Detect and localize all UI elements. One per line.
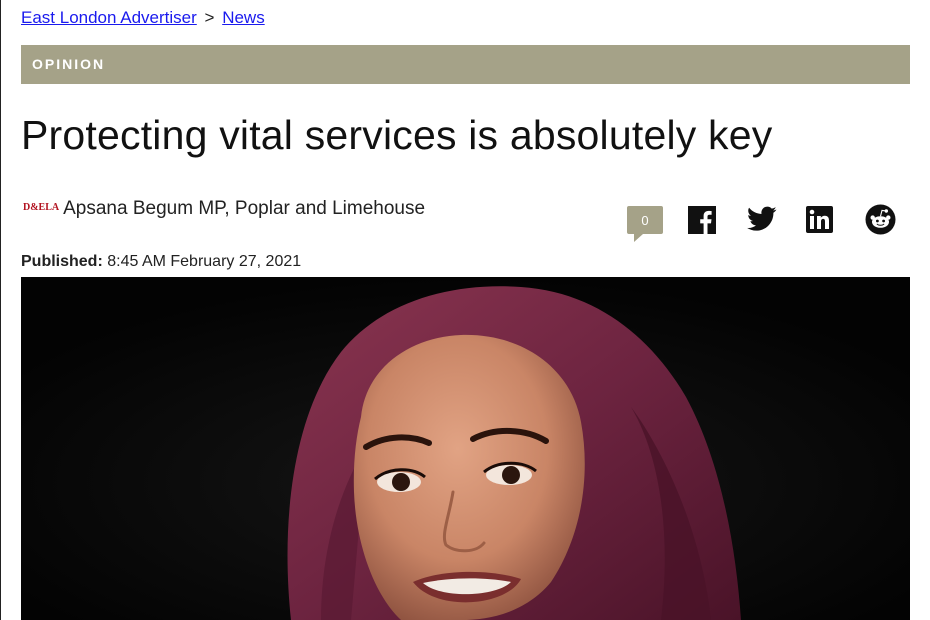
share-bar: 0	[627, 204, 897, 244]
breadcrumb-section-link[interactable]: News	[222, 8, 265, 27]
byline: D&ELA Apsana Begum MP, Poplar and Limeho…	[23, 198, 425, 220]
category-banner: OPINION	[21, 45, 910, 84]
linkedin-icon[interactable]	[806, 206, 833, 238]
breadcrumb: East London Advertiser > News	[21, 8, 265, 28]
article-headline: Protecting vital services is absolutely …	[21, 112, 773, 158]
twitter-icon[interactable]	[747, 206, 777, 237]
published-label: Published:	[21, 253, 103, 270]
reddit-icon[interactable]	[865, 204, 896, 240]
breadcrumb-separator: >	[204, 8, 215, 27]
hero-image	[21, 277, 910, 620]
facebook-icon[interactable]	[688, 206, 716, 239]
comment-count-button[interactable]: 0	[627, 206, 663, 242]
published-info: Published: 8:45 AM February 27, 2021	[21, 253, 301, 271]
comment-count: 0	[641, 212, 649, 228]
portrait-photo	[21, 277, 910, 620]
breadcrumb-home-link[interactable]: East London Advertiser	[21, 8, 197, 27]
published-date: 8:45 AM February 27, 2021	[107, 253, 302, 270]
category-label: OPINION	[32, 56, 106, 72]
page-left-border	[0, 0, 1, 620]
publication-logo: D&ELA	[23, 201, 60, 213]
author-name[interactable]: Apsana Begum MP, Poplar and Limehouse	[63, 198, 425, 220]
